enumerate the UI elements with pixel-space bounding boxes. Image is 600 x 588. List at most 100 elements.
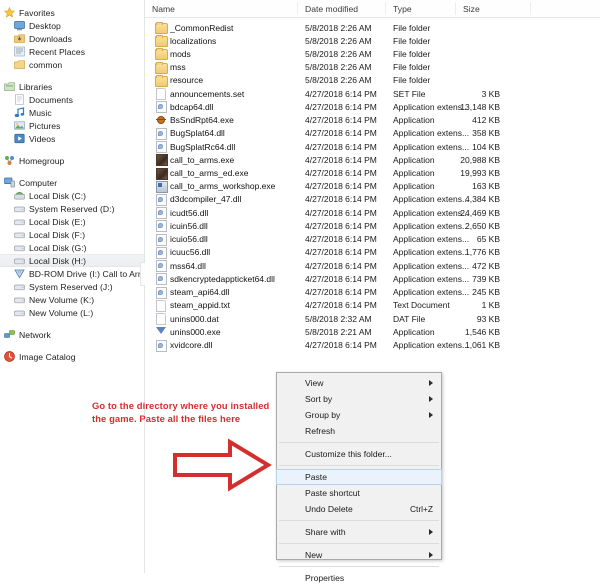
- context-menu-item-undo-delete[interactable]: Undo DeleteCtrl+Z: [277, 501, 441, 517]
- file-row[interactable]: icuio56.dll4/27/2018 6:14 PMApplication …: [145, 233, 600, 246]
- nav-item-local-disk-c[interactable]: Local Disk (C:): [0, 189, 145, 202]
- file-date-modified: 4/27/2018 6:14 PM: [305, 340, 377, 350]
- context-menu[interactable]: View Sort byGroup byRefresh Customize this…: [276, 372, 442, 560]
- context-menu-item-paste[interactable]: Paste: [276, 469, 442, 485]
- context-menu-item-label: Properties: [305, 573, 344, 583]
- file-row[interactable]: mss5/8/2018 2:26 AMFile folder: [145, 61, 600, 74]
- nav-item-system-reserved-d[interactable]: System Reserved (D:): [0, 202, 145, 215]
- file-type: Application: [393, 115, 435, 125]
- drive-icon: [14, 294, 25, 305]
- nav-item-local-disk-f[interactable]: Local Disk (F:): [0, 228, 145, 241]
- nav-item-label: BD-ROM Drive (I:) Call to Arms: [29, 269, 145, 279]
- nav-item-recent-places[interactable]: Recent Places: [0, 45, 145, 58]
- file-row[interactable]: call_to_arms.exe4/27/2018 6:14 PMApplica…: [145, 153, 600, 166]
- file-row[interactable]: BsSndRpt64.exe4/27/2018 6:14 PMApplicati…: [145, 114, 600, 127]
- navigation-pane[interactable]: FavoritesDesktopDownloads Recent Placesco…: [0, 0, 145, 573]
- file-icon-wrapper: [155, 22, 166, 33]
- context-menu-item-sort-by[interactable]: Sort by: [277, 391, 441, 407]
- nav-item-label: Recent Places: [29, 47, 85, 57]
- file-row[interactable]: icuuc56.dll4/27/2018 6:14 PMApplication …: [145, 246, 600, 259]
- file-row[interactable]: bdcap64.dll4/27/2018 6:14 PMApplication …: [145, 100, 600, 113]
- nav-item-videos[interactable]: Videos: [0, 132, 145, 145]
- file-row[interactable]: _CommonRedist5/8/2018 2:26 AMFile folder: [145, 21, 600, 34]
- context-menu-item-view[interactable]: View: [277, 375, 441, 391]
- nav-item-new-volume-l[interactable]: New Volume (L:): [0, 306, 145, 319]
- context-menu-separator: [279, 442, 439, 443]
- file-icon-wrapper: [155, 88, 166, 99]
- videos-library-icon: [14, 133, 25, 144]
- file-name: icuin56.dll: [170, 221, 208, 231]
- column-separator[interactable]: [297, 2, 298, 15]
- file-row[interactable]: BugSplatRc64.dll4/27/2018 6:14 PMApplica…: [145, 140, 600, 153]
- file-row[interactable]: steam_appid.txt4/27/2018 6:14 PMText Doc…: [145, 299, 600, 312]
- file-row[interactable]: resource5/8/2018 2:26 AMFile folder: [145, 74, 600, 87]
- column-header-name[interactable]: Name: [152, 4, 175, 14]
- context-menu-item-paste-shortcut[interactable]: Paste shortcut: [277, 485, 441, 501]
- file-size: 1,061 KB: [445, 340, 500, 350]
- nav-group-homegroup[interactable]: Homegroup: [0, 154, 145, 167]
- column-separator[interactable]: [530, 2, 531, 15]
- file-row[interactable]: BugSplat64.dll4/27/2018 6:14 PMApplicati…: [145, 127, 600, 140]
- file-name: BugSplatRc64.dll: [170, 142, 235, 152]
- nav-item-pictures[interactable]: Pictures: [0, 119, 145, 132]
- nav-item-bd-rom-drive-i-call-to-arms[interactable]: BD-ROM Drive (I:) Call to Arms: [0, 267, 145, 280]
- downloads-folder-icon: [14, 33, 25, 44]
- file-row[interactable]: sdkencryptedappticket64.dll4/27/2018 6:1…: [145, 272, 600, 285]
- file-icon-wrapper: [155, 326, 166, 337]
- nav-item-documents[interactable]: Documents: [0, 93, 145, 106]
- context-menu-item-group-by[interactable]: Group by: [277, 407, 441, 423]
- nav-group-computer[interactable]: Computer: [0, 176, 145, 189]
- file-row[interactable]: localizations5/8/2018 2:26 AMFile folder: [145, 34, 600, 47]
- file-row[interactable]: announcements.set4/27/2018 6:14 PMSET Fi…: [145, 87, 600, 100]
- file-row[interactable]: mss64.dll4/27/2018 6:14 PMApplication ex…: [145, 259, 600, 272]
- file-name: bdcap64.dll: [170, 102, 213, 112]
- context-menu-item-new[interactable]: New: [277, 547, 441, 563]
- column-header-date[interactable]: Date modified: [305, 4, 358, 14]
- context-menu-item-share-with[interactable]: Share with: [277, 524, 441, 540]
- column-separator[interactable]: [455, 2, 456, 15]
- nav-group-label: Computer: [19, 178, 57, 188]
- nav-item-local-disk-e[interactable]: Local Disk (E:): [0, 215, 145, 228]
- nav-group-libraries[interactable]: Libraries: [0, 80, 145, 93]
- nav-item-local-disk-g[interactable]: Local Disk (G:): [0, 241, 145, 254]
- file-row[interactable]: mods5/8/2018 2:26 AMFile folder: [145, 47, 600, 60]
- context-menu-item-label: View: [305, 378, 323, 388]
- file-row[interactable]: unins000.exe5/8/2018 2:21 AMApplication1…: [145, 325, 600, 338]
- nav-item-system-reserved-j[interactable]: System Reserved (J:): [0, 280, 145, 293]
- nav-item-local-disk-h[interactable]: Local Disk (H:): [0, 254, 145, 267]
- file-date-modified: 4/27/2018 6:14 PM: [305, 287, 377, 297]
- file-icon-wrapper: [155, 207, 166, 218]
- file-row[interactable]: steam_api64.dll4/27/2018 6:14 PMApplicat…: [145, 286, 600, 299]
- context-menu-item-customize-this-folder[interactable]: Customize this folder...: [277, 446, 441, 462]
- file-date-modified: 4/27/2018 6:14 PM: [305, 247, 377, 257]
- nav-group-network[interactable]: Network: [0, 328, 145, 341]
- nav-item-desktop[interactable]: Desktop: [0, 19, 145, 32]
- file-row[interactable]: xvidcore.dll4/27/2018 6:14 PMApplication…: [145, 339, 600, 352]
- nav-item-common[interactable]: common: [0, 58, 145, 71]
- column-header-type[interactable]: Type: [393, 4, 412, 14]
- nav-group-favorites[interactable]: Favorites: [0, 6, 145, 19]
- file-row[interactable]: call_to_arms_ed.exe4/27/2018 6:14 PMAppl…: [145, 167, 600, 180]
- file-icon-wrapper: [155, 340, 166, 351]
- context-menu-item-label: Undo Delete: [305, 504, 353, 514]
- folder-icon: [155, 63, 168, 74]
- context-menu-item-refresh[interactable]: Refresh: [277, 423, 441, 439]
- file-date-modified: 4/27/2018 6:14 PM: [305, 221, 377, 231]
- file-row[interactable]: icudt56.dll4/27/2018 6:14 PMApplication …: [145, 206, 600, 219]
- nav-group-label: Favorites: [19, 8, 55, 18]
- file-size: 1,546 KB: [445, 327, 500, 337]
- file-row[interactable]: call_to_arms_workshop.exe4/27/2018 6:14 …: [145, 180, 600, 193]
- column-header-size[interactable]: Size: [463, 4, 480, 14]
- file-row[interactable]: d3dcompiler_47.dll4/27/2018 6:14 PMAppli…: [145, 193, 600, 206]
- nav-item-downloads[interactable]: Downloads: [0, 32, 145, 45]
- context-menu-item-properties[interactable]: Properties: [277, 570, 441, 586]
- file-row[interactable]: unins000.dat5/8/2018 2:32 AMDAT File93 K…: [145, 312, 600, 325]
- nav-item-music[interactable]: Music: [0, 106, 145, 119]
- nav-group-image-catalog[interactable]: Image Catalog: [0, 350, 145, 363]
- folder-icon: [155, 23, 168, 34]
- nav-item-new-volume-k[interactable]: New Volume (K:): [0, 293, 145, 306]
- drive-icon: [14, 242, 25, 253]
- column-separator[interactable]: [385, 2, 386, 15]
- file-row[interactable]: icuin56.dll4/27/2018 6:14 PMApplication …: [145, 219, 600, 232]
- column-header-row[interactable]: Name Date modified Type Size: [145, 0, 600, 18]
